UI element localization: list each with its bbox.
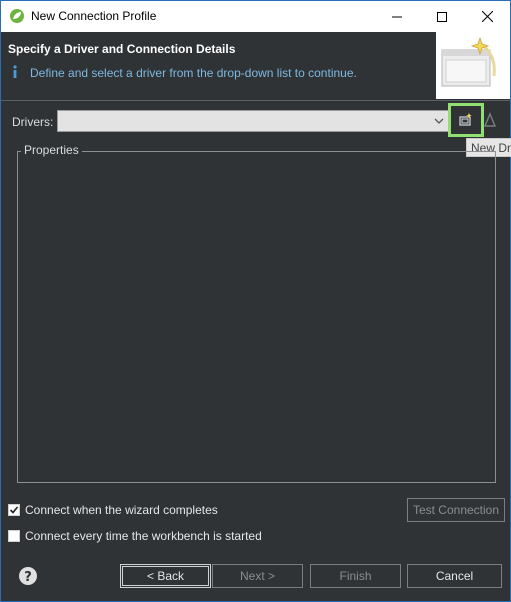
spring-leaf-icon — [10, 9, 24, 23]
back-button[interactable]: < Back — [120, 564, 211, 588]
drivers-dropdown[interactable] — [57, 110, 449, 132]
wizard-header: Specify a Driver and Connection Details … — [1, 32, 510, 100]
maximize-icon — [436, 11, 447, 22]
title-bar: New Connection Profile — [1, 1, 510, 32]
properties-legend: Properties — [21, 143, 82, 157]
drivers-label: Drivers: — [12, 115, 54, 129]
close-icon — [482, 11, 493, 22]
info-icon — [13, 65, 17, 78]
page-description: Define and select a driver from the drop… — [30, 66, 357, 80]
chevron-down-icon — [434, 118, 444, 124]
dialog-window: New Connection Profile Specify a Driver … — [0, 0, 511, 602]
connect-on-complete-label: Connect when the wizard completes — [25, 503, 218, 517]
connect-on-start-checkbox[interactable] — [8, 530, 20, 542]
new-driver-button[interactable] — [448, 103, 484, 137]
connect-on-complete-option[interactable]: Connect when the wizard completes — [8, 503, 218, 517]
wizard-banner-image — [436, 32, 510, 99]
new-driver-icon — [459, 113, 472, 126]
database-wizard-icon — [441, 36, 496, 87]
header-separator — [1, 100, 510, 101]
checkmark-icon — [9, 506, 19, 514]
cancel-button[interactable]: Cancel — [407, 564, 502, 588]
window-title: New Connection Profile — [31, 9, 157, 23]
connect-on-start-label: Connect every time the workbench is star… — [25, 529, 262, 543]
edit-driver-icon[interactable] — [483, 112, 497, 128]
connect-on-complete-checkbox[interactable] — [8, 504, 20, 516]
next-button[interactable]: Next > — [212, 564, 303, 588]
test-connection-button[interactable]: Test Connection — [407, 498, 505, 522]
svg-text:?: ? — [24, 570, 32, 585]
properties-group — [17, 151, 496, 483]
minimize-icon — [391, 16, 402, 17]
page-title: Specify a Driver and Connection Details — [8, 42, 236, 56]
finish-button[interactable]: Finish — [310, 564, 401, 588]
maximize-button[interactable] — [419, 1, 464, 32]
help-icon[interactable]: ? — [18, 566, 38, 586]
minimize-button[interactable] — [374, 1, 419, 32]
close-button[interactable] — [465, 1, 510, 32]
connect-on-start-option[interactable]: Connect every time the workbench is star… — [8, 529, 262, 543]
